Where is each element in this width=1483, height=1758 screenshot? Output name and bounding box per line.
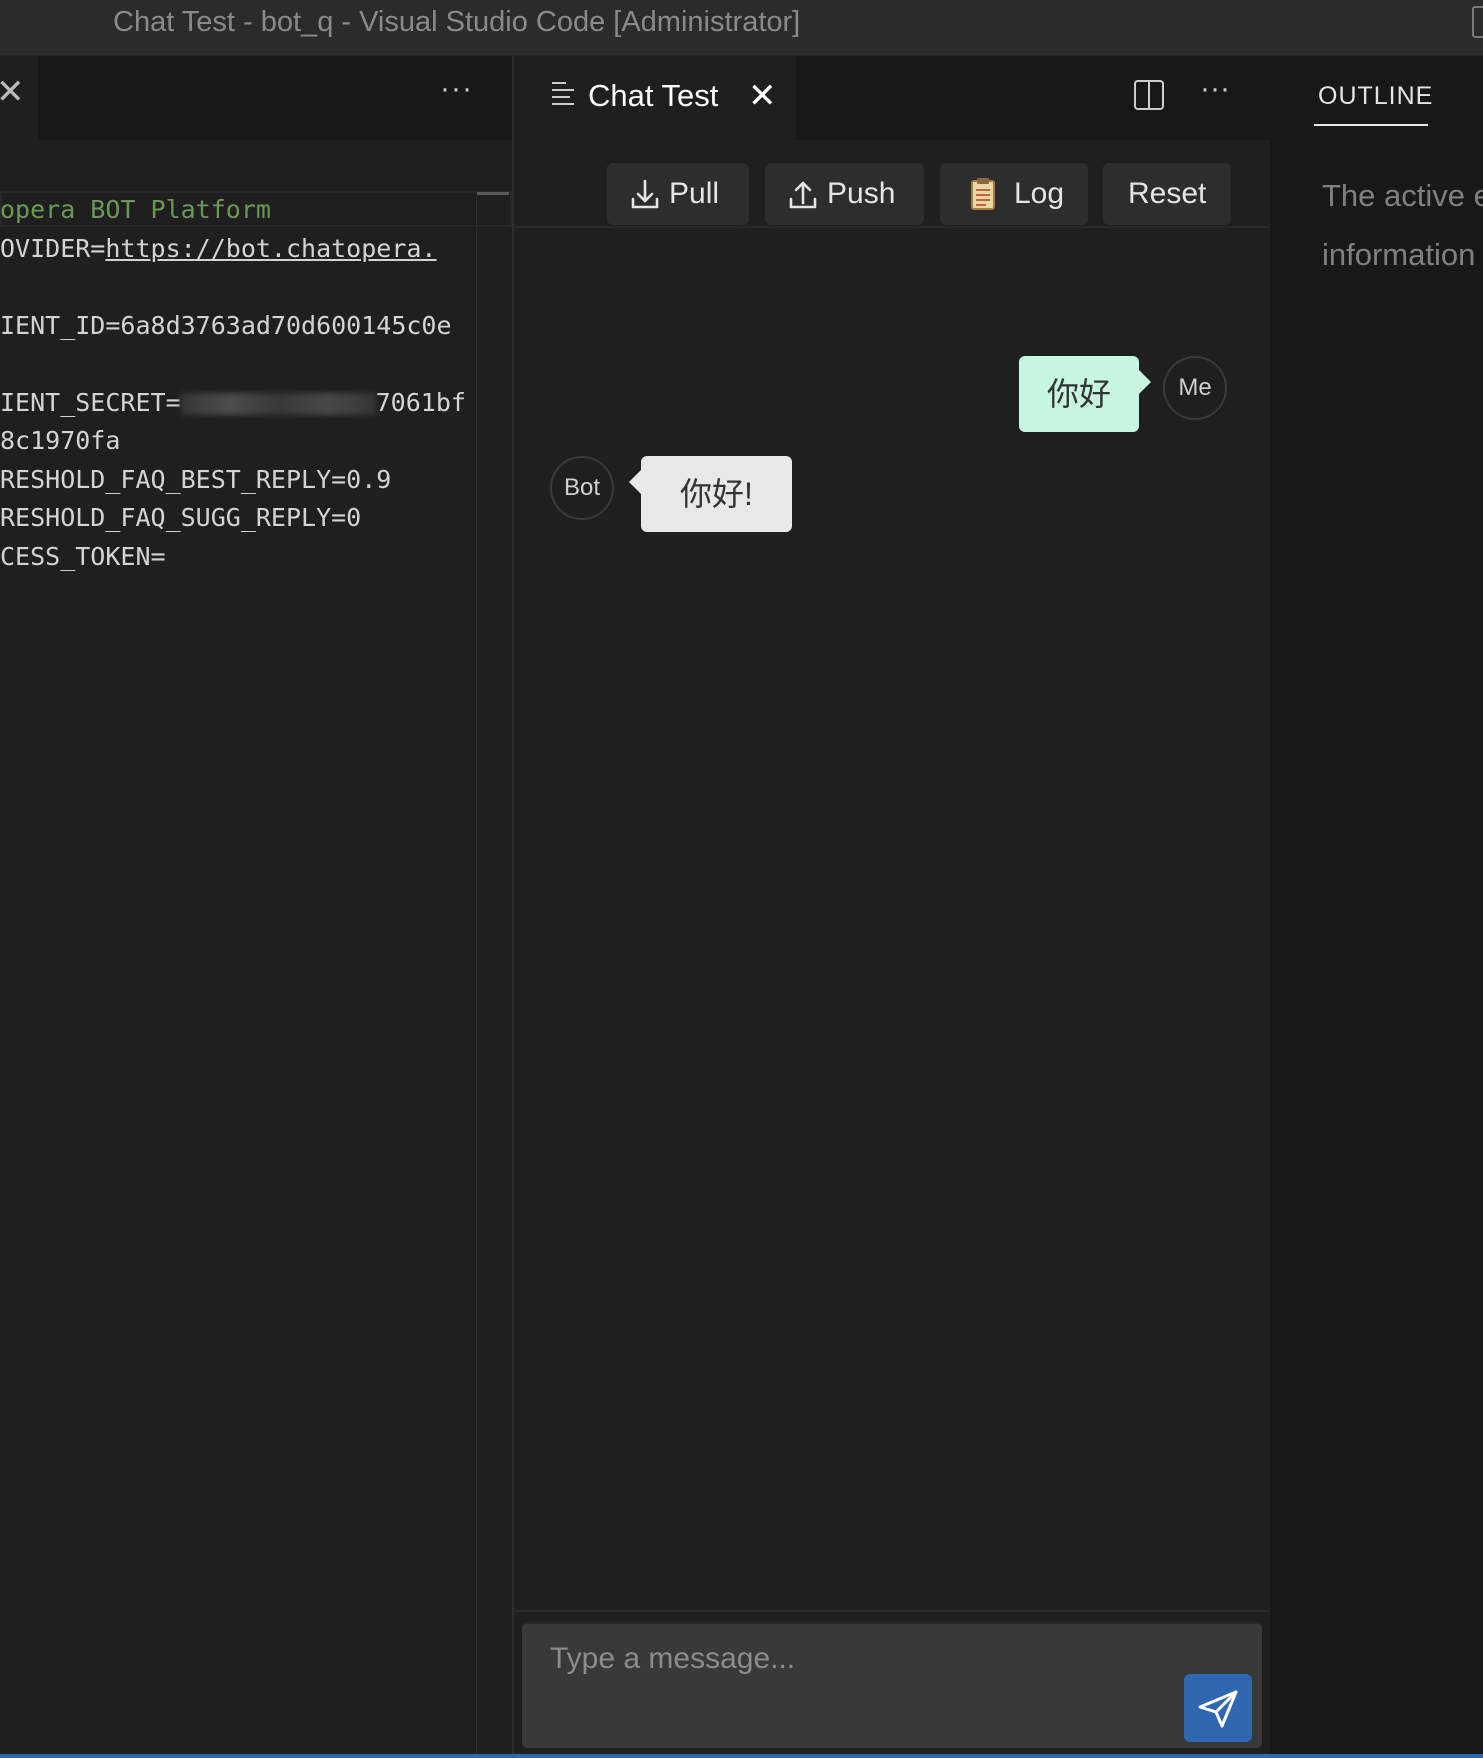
code-editor[interactable]: opera BOT Platform OVIDER=https://bot.ch… — [0, 191, 470, 576]
bot-message-bubble: 你好! — [629, 456, 792, 532]
code-text: RESHOLD_FAQ_BEST_REPLY=0.9 — [0, 464, 392, 494]
push-label: Push — [827, 177, 896, 210]
status-bar — [0, 1754, 1483, 1758]
message-input[interactable] — [522, 1624, 1242, 1734]
split-editor-icon[interactable] — [1134, 80, 1164, 110]
outline-message-line: information — [1322, 237, 1476, 272]
outline-header[interactable]: OUTLINE — [1318, 82, 1433, 111]
left-tab-bar: ✕ ··· — [0, 56, 512, 140]
code-text: 8c1970fa — [0, 426, 121, 455]
divider — [514, 1610, 1270, 1612]
code-line: opera BOT Platform — [0, 191, 470, 230]
active-view-underline — [1314, 124, 1428, 126]
chat-test-panel: Chat Test ✕ ··· Pull Push Log Reset 你好 M… — [514, 56, 1270, 1754]
code-line: OVIDER=https://bot.chatopera. — [0, 230, 470, 269]
code-text: IENT_ID=6a8d3763ad70d600145c0e — [0, 310, 452, 340]
send-icon — [1198, 1690, 1238, 1728]
tab-label: Chat Test — [588, 78, 719, 113]
send-button[interactable] — [1184, 1674, 1252, 1742]
outline-empty-message: The active e information — [1322, 166, 1483, 284]
editor-ruler — [476, 196, 477, 1754]
outline-message-line: The active e — [1322, 178, 1483, 213]
close-icon[interactable]: ✕ — [0, 72, 25, 112]
log-button[interactable]: Log — [940, 163, 1088, 225]
left-editor-group: ✕ ··· opera BOT Platform OVIDER=https://… — [0, 56, 514, 1754]
title-bar: Chat Test - bot_q - Visual Studio Code [… — [0, 0, 1483, 56]
pull-button[interactable]: Pull — [607, 163, 749, 225]
window-title: Chat Test - bot_q - Visual Studio Code [… — [113, 6, 801, 38]
redacted-secret — [180, 392, 376, 415]
code-line: 8c1970fa — [0, 422, 470, 461]
left-editor-tab[interactable]: ✕ — [0, 56, 38, 140]
code-text: CESS_TOKEN= — [0, 541, 166, 571]
avatar-bot: Bot — [550, 456, 614, 520]
my-message-bubble: 你好 — [1019, 356, 1151, 432]
avatar-me: Me — [1163, 356, 1227, 420]
window-restore-icon[interactable] — [1472, 6, 1483, 38]
message-composer — [522, 1622, 1262, 1748]
code-comment: opera BOT Platform — [0, 195, 271, 224]
tab-chat-test[interactable]: Chat Test ✕ — [514, 56, 796, 140]
push-button[interactable]: Push — [765, 163, 924, 225]
code-text: OVIDER= — [0, 233, 106, 263]
preview-lines-icon — [552, 82, 574, 105]
code-text: IENT_SECRET= — [0, 387, 181, 417]
code-line: IENT_SECRET= 7061bf — [0, 384, 470, 423]
more-actions-icon[interactable]: ··· — [440, 72, 473, 106]
scrollbar-marker — [477, 192, 509, 195]
code-text: 7061bf — [375, 387, 466, 417]
code-line: IENT_ID=6a8d3763ad70d600145c0e — [0, 307, 470, 346]
code-text: RESHOLD_FAQ_SUGG_REPLY=0 — [0, 503, 362, 532]
pull-label: Pull — [669, 177, 720, 210]
log-label: Log — [1014, 177, 1065, 210]
close-icon[interactable]: ✕ — [748, 76, 777, 116]
reset-button[interactable]: Reset — [1103, 163, 1231, 225]
code-line: CESS_TOKEN= — [0, 538, 470, 577]
code-link[interactable]: https://bot.chatopera. — [105, 234, 436, 263]
code-line: RESHOLD_FAQ_SUGG_REPLY=0 — [0, 499, 470, 538]
outline-panel: OUTLINE The active e information — [1270, 56, 1483, 1754]
more-actions-icon[interactable]: ··· — [1200, 72, 1230, 106]
reset-label: Reset — [1128, 177, 1207, 210]
chat-tab-bar: Chat Test ✕ ··· — [514, 56, 1270, 140]
message-list: 你好 Me Bot 你好! — [514, 228, 1270, 1578]
code-line: RESHOLD_FAQ_BEST_REPLY=0.9 — [0, 461, 470, 500]
